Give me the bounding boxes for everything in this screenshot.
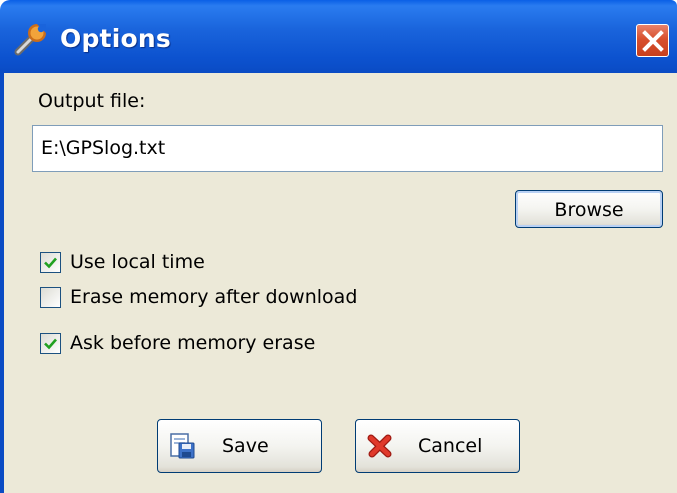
save-button-label: Save: [222, 435, 269, 457]
erase-memory-checkbox[interactable]: [40, 287, 61, 308]
use-local-time-checkbox[interactable]: [40, 252, 61, 273]
red-x-icon: [366, 432, 394, 464]
save-disk-icon: [168, 432, 196, 464]
use-local-time-label[interactable]: Use local time: [70, 251, 205, 273]
window-title: Options: [60, 24, 171, 53]
check-mark-icon: [44, 257, 57, 269]
erase-memory-label[interactable]: Erase memory after download: [70, 286, 357, 308]
cancel-button[interactable]: Cancel: [355, 419, 520, 473]
output-file-label: Output file:: [38, 90, 146, 112]
close-icon: [642, 30, 664, 52]
output-file-value: E:\GPSlog.txt: [41, 137, 166, 159]
cancel-button-label: Cancel: [418, 435, 483, 457]
browse-button-label: Browse: [554, 199, 624, 221]
save-button[interactable]: Save: [157, 419, 322, 473]
output-file-input[interactable]: E:\GPSlog.txt: [32, 125, 663, 172]
browse-button[interactable]: Browse: [515, 190, 663, 228]
check-mark-icon: [44, 338, 57, 350]
ask-before-erase-label[interactable]: Ask before memory erase: [70, 332, 315, 354]
wrench-icon: [12, 22, 52, 58]
dialog-body: Output file: E:\GPSlog.txt Browse Use lo…: [0, 73, 677, 493]
title-bar[interactable]: Options: [0, 0, 677, 73]
close-button[interactable]: [636, 24, 669, 57]
options-dialog: Options Output file: E:\GPSlog.txt Brows…: [0, 0, 677, 493]
ask-before-erase-checkbox[interactable]: [40, 333, 61, 354]
